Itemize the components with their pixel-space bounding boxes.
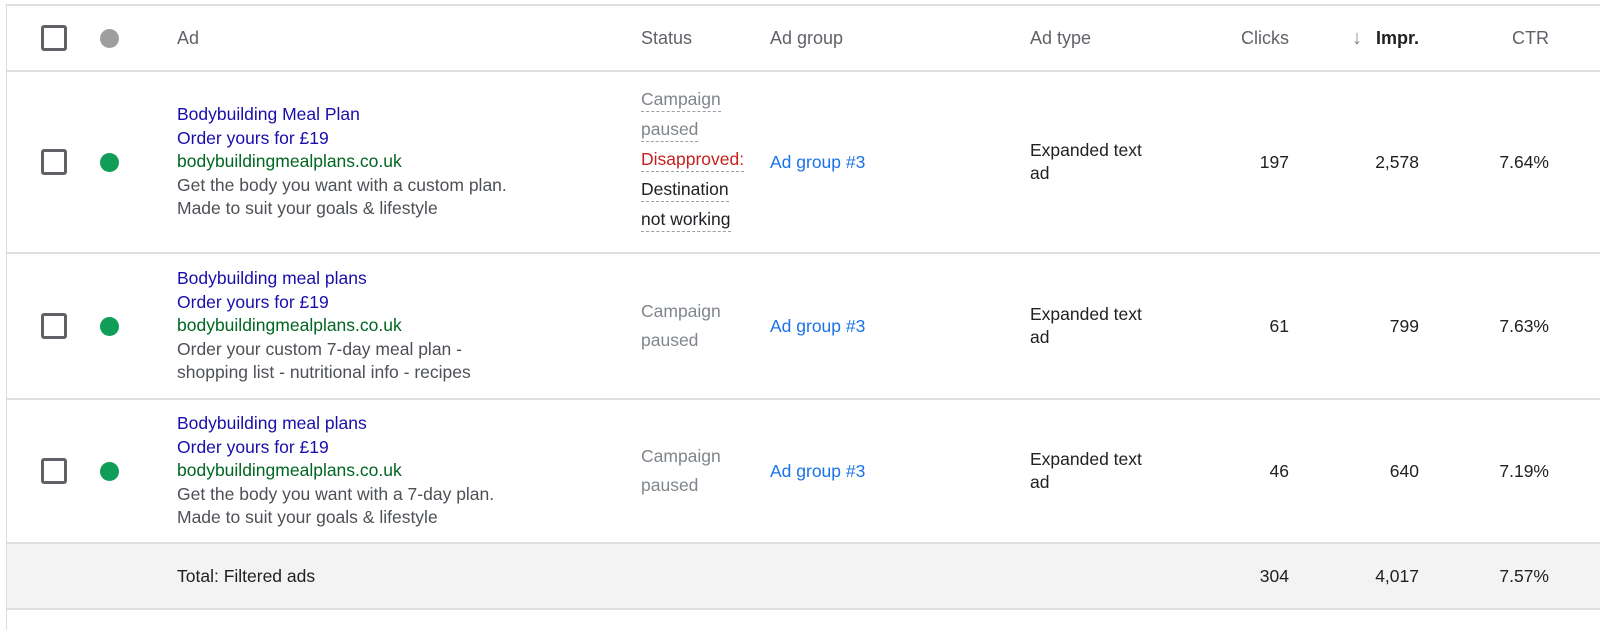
column-header-ad-group[interactable]: Ad group <box>770 28 843 49</box>
status-dot-header-icon <box>99 28 119 48</box>
ctr-value: 7.19% <box>1499 460 1549 481</box>
ad-headline-2[interactable]: Order yours for £19 <box>177 127 507 151</box>
ad-description-1: Get the body you want with a 7-day plan. <box>177 483 495 504</box>
table-row: Bodybuilding Meal Plan Order yours for £… <box>7 72 1600 254</box>
ad-type: Expanded text ad <box>1030 139 1142 186</box>
ad-type: Expanded text ad <box>1030 448 1142 495</box>
enabled-status-dot-icon <box>99 152 119 172</box>
status-campaign[interactable]: Campaign <box>641 87 721 112</box>
ad-type: Expanded text ad <box>1030 303 1142 350</box>
column-header-ctr[interactable]: CTR <box>1512 28 1549 49</box>
ad-type-line-2: ad <box>1030 327 1050 347</box>
ad-headline-1[interactable]: Bodybuilding meal plans <box>177 267 471 291</box>
column-header-ad-type[interactable]: Ad type <box>1030 28 1091 49</box>
select-all-checkbox[interactable] <box>41 25 67 51</box>
row-checkbox[interactable] <box>41 458 67 484</box>
ad-type-line-1: Expanded text <box>1030 303 1142 324</box>
ad-type-line-1: Expanded text <box>1030 139 1142 160</box>
status-cell: Campaign paused Disapproved: Destination… <box>641 87 745 237</box>
ctr-value: 7.64% <box>1499 151 1549 172</box>
enabled-status-dot-icon <box>99 316 119 336</box>
ad-headline-2[interactable]: Order yours for £19 <box>177 291 471 315</box>
total-ctr: 7.57% <box>1499 565 1549 586</box>
table-row: Bodybuilding meal plans Order yours for … <box>7 400 1600 544</box>
table-row: Bodybuilding meal plans Order yours for … <box>7 254 1600 400</box>
ad-preview: Bodybuilding meal plans Order yours for … <box>177 412 494 530</box>
status-paused: paused <box>641 330 699 350</box>
column-header-status[interactable]: Status <box>641 28 692 49</box>
ad-description-2: Made to suit your goals & lifestyle <box>177 507 438 528</box>
ad-description-1: Order your custom 7-day meal plan - <box>177 338 462 359</box>
total-row: Total: Filtered ads 304 4,017 7.57% <box>7 544 1600 610</box>
arrow-down-icon[interactable]: ↓ <box>1352 28 1362 48</box>
ad-display-url: bodybuildingmealplans.co.uk <box>177 460 402 481</box>
status-campaign: Campaign <box>641 301 721 321</box>
table-header-row: Ad Status Ad group Ad type Clicks ↓ Impr… <box>7 6 1600 72</box>
ad-description-2: shopping list - nutritional info - recip… <box>177 362 471 383</box>
ad-headline-1[interactable]: Bodybuilding meal plans <box>177 412 494 436</box>
ad-description-2: Made to suit your goals & lifestyle <box>177 198 438 219</box>
clicks-value: 197 <box>1259 151 1289 172</box>
total-clicks: 304 <box>1259 565 1289 586</box>
ad-type-line-1: Expanded text <box>1030 448 1142 469</box>
ad-description-1: Get the body you want with a custom plan… <box>177 174 507 195</box>
column-header-ad[interactable]: Ad <box>177 28 199 49</box>
ctr-value: 7.63% <box>1499 315 1549 336</box>
status-reason-not-working[interactable]: not working <box>641 207 731 232</box>
column-header-clicks[interactable]: Clicks <box>1241 28 1289 49</box>
row-checkbox[interactable] <box>41 313 67 339</box>
impr-value: 640 <box>1389 460 1419 481</box>
ad-headline-2[interactable]: Order yours for £19 <box>177 436 494 460</box>
impr-value: 799 <box>1389 315 1419 336</box>
status-cell: Campaign paused <box>641 442 721 500</box>
status-disapproved[interactable]: Disapproved: <box>641 147 745 172</box>
ad-group-link[interactable]: Ad group #3 <box>770 152 865 173</box>
ad-type-line-2: ad <box>1030 472 1050 492</box>
status-reason-destination[interactable]: Destination <box>641 177 729 202</box>
enabled-status-dot-icon <box>99 461 119 481</box>
clicks-value: 61 <box>1269 315 1289 336</box>
ad-group-link[interactable]: Ad group #3 <box>770 461 865 482</box>
status-cell: Campaign paused <box>641 297 721 355</box>
total-impr: 4,017 <box>1375 565 1419 586</box>
status-paused: paused <box>641 475 699 495</box>
status-paused[interactable]: paused <box>641 117 699 142</box>
status-campaign: Campaign <box>641 446 721 466</box>
ad-preview: Bodybuilding Meal Plan Order yours for £… <box>177 103 507 221</box>
clicks-value: 46 <box>1269 460 1289 481</box>
ad-headline-1[interactable]: Bodybuilding Meal Plan <box>177 103 507 127</box>
column-header-impr[interactable]: Impr. <box>1376 28 1419 49</box>
ad-preview: Bodybuilding meal plans Order yours for … <box>177 267 471 385</box>
column-header-impr-sort[interactable]: ↓ Impr. <box>1317 6 1419 70</box>
row-checkbox[interactable] <box>41 149 67 175</box>
total-label: Total: Filtered ads <box>177 565 316 586</box>
ads-table: Ad Status Ad group Ad type Clicks ↓ Impr… <box>6 4 1600 630</box>
ad-group-link[interactable]: Ad group #3 <box>770 316 865 337</box>
ad-type-line-2: ad <box>1030 163 1050 183</box>
impr-value: 2,578 <box>1375 151 1419 172</box>
ad-display-url: bodybuildingmealplans.co.uk <box>177 151 402 172</box>
ad-display-url: bodybuildingmealplans.co.uk <box>177 315 402 336</box>
